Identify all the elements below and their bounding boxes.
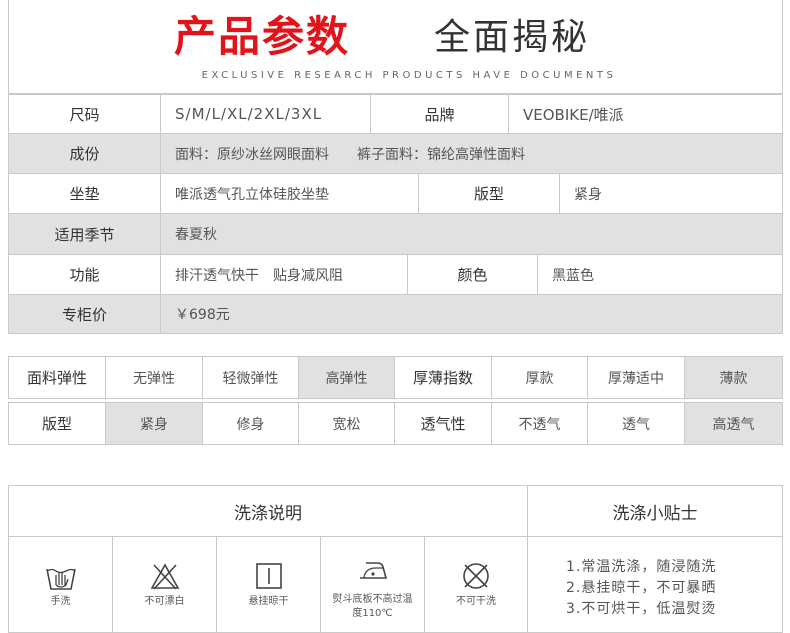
header-banner: 产品参数 全面揭秘 EXCLUSIVE RESEARCH PRODUCTS HA… bbox=[8, 0, 783, 94]
care-tip-2: 2.悬挂晾干，不可暴晒 bbox=[566, 580, 717, 596]
attr-slight-elastic: 轻微弹性 bbox=[202, 356, 299, 399]
size-value: S/M/L/XL/2XL/3XL bbox=[160, 94, 371, 134]
care-label-no-dry-clean: 不可干洗 bbox=[456, 596, 496, 607]
color-label: 颜色 bbox=[407, 254, 538, 295]
care-no-bleach: 不可漂白 bbox=[112, 536, 217, 633]
material-label: 成份 bbox=[8, 133, 161, 174]
care-label-no-bleach: 不可漂白 bbox=[144, 596, 185, 607]
attr-high-breathable: 高透气 bbox=[684, 402, 783, 445]
function-label: 功能 bbox=[8, 254, 161, 295]
care-hand-wash: 手洗 bbox=[8, 536, 113, 633]
attr-fabric-elasticity-label: 面料弹性 bbox=[8, 356, 106, 399]
care-tip-1: 1.常温洗涤，随浸随洗 bbox=[566, 559, 717, 575]
attr-loose: 宽松 bbox=[298, 402, 395, 445]
care-label-hand-wash: 手洗 bbox=[50, 596, 71, 607]
title-red: 产品参数 bbox=[174, 12, 351, 61]
material-value: 面料：原纱冰丝网眼面料 裤子面料：锦纶高弹性面料 bbox=[160, 133, 783, 174]
attr-thin: 薄款 bbox=[684, 356, 783, 399]
attr-high-elastic: 高弹性 bbox=[298, 356, 395, 399]
attr-thick: 厚款 bbox=[491, 356, 588, 399]
attr-thickness-label: 厚薄指数 bbox=[394, 356, 492, 399]
season-label: 适用季节 bbox=[8, 213, 161, 255]
care-tip-3: 3.不可烘干，低温熨烫 bbox=[566, 601, 717, 617]
function-value: 排汗透气快干 贴身减风阻 bbox=[160, 254, 408, 295]
size-label: 尺码 bbox=[8, 94, 161, 134]
price-label: 专柜价 bbox=[8, 294, 161, 334]
color-value: 黑蓝色 bbox=[537, 254, 783, 295]
pad-label: 坐垫 bbox=[8, 173, 161, 214]
care-label-iron-low: 熨斗底板不高过温度110℃ bbox=[332, 594, 413, 619]
brand-label: 品牌 bbox=[370, 94, 509, 134]
no-dry-clean-icon bbox=[463, 563, 489, 589]
no-bleach-icon bbox=[150, 563, 179, 590]
attr-tight: 紧身 bbox=[105, 402, 203, 445]
fit-value: 紧身 bbox=[559, 173, 783, 214]
brand-value: VEOBIKE/唯派 bbox=[508, 94, 783, 134]
hang-dry-icon bbox=[255, 563, 282, 589]
title-thin: 全面揭秘 bbox=[434, 17, 591, 58]
attr-no-elastic: 无弹性 bbox=[105, 356, 203, 399]
care-label-hang-dry: 悬挂晾干 bbox=[248, 596, 289, 607]
attr-fit-label: 版型 bbox=[8, 402, 106, 445]
care-no-dry-clean: 不可干洗 bbox=[424, 536, 528, 633]
attr-medium: 厚薄适中 bbox=[587, 356, 685, 399]
pad-value: 唯派透气孔立体硅胶坐垫 bbox=[160, 173, 419, 214]
iron-low-icon bbox=[359, 562, 387, 579]
care-tips-title: 洗涤小贴士 bbox=[527, 485, 783, 537]
attr-slim: 修身 bbox=[202, 402, 299, 445]
care-title: 洗涤说明 bbox=[8, 485, 528, 537]
attr-breathable: 透气 bbox=[587, 402, 685, 445]
fit-label: 版型 bbox=[418, 173, 560, 214]
care-hang-dry: 悬挂晾干 bbox=[216, 536, 321, 633]
care-iron-low: 熨斗底板不高过温度110℃ bbox=[320, 536, 425, 633]
hand-wash-icon bbox=[45, 568, 76, 590]
attr-breathability-label: 透气性 bbox=[394, 402, 492, 445]
season-value: 春夏秋 bbox=[160, 213, 783, 255]
attr-not-breathable: 不透气 bbox=[491, 402, 588, 445]
subtitle: EXCLUSIVE RESEARCH PRODUCTS HAVE DOCUMEN… bbox=[201, 70, 617, 81]
price-value: ￥698元 bbox=[160, 294, 783, 334]
